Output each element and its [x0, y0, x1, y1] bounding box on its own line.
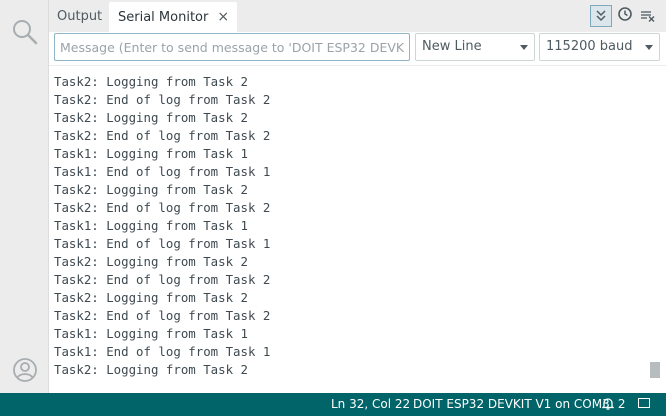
panel-tab-bar: Output Serial Monitor ×	[49, 0, 666, 32]
console-line: Task2: End of log from Task 2	[54, 128, 271, 143]
chevron-down-icon	[520, 45, 528, 50]
chevron-down-icon	[645, 45, 653, 50]
console-lines: Task2: Logging from Task 2 Task2: End of …	[54, 73, 270, 379]
profile-icon[interactable]	[11, 356, 39, 384]
console-line: Task2: End of log from Task 2	[54, 200, 271, 215]
close-icon[interactable]: ×	[217, 9, 229, 25]
search-icon[interactable]	[11, 18, 39, 46]
notification-count: 2	[617, 397, 626, 411]
console-line: Task2: Logging from Task 2	[54, 254, 248, 269]
serial-monitor-window: Output Serial Monitor × Message (Enter t…	[0, 0, 666, 416]
board-port[interactable]: DOIT ESP32 DEVKIT V1 on COM3	[413, 393, 610, 416]
console-line: Task1: Logging from Task 1	[54, 326, 248, 341]
clear-output-icon	[641, 11, 655, 22]
console-line: Task2: End of log from Task 2	[54, 92, 271, 107]
baud-rate-value: 115200 baud	[546, 39, 633, 54]
console-line: Task1: Logging from Task 1	[54, 218, 248, 233]
serial-controls: New Line 115200 baud	[49, 32, 666, 65]
toggle-panel-icon[interactable]	[638, 398, 650, 408]
serial-output[interactable]: Task2: Logging from Task 2 Task2: End of …	[49, 65, 666, 393]
activity-bar	[0, 0, 49, 393]
line-ending-select[interactable]: New Line	[415, 33, 535, 61]
double-chevron-down-icon	[596, 10, 606, 22]
autoscroll-button[interactable]	[590, 5, 612, 27]
tab-serial-monitor[interactable]: Serial Monitor ×	[109, 2, 238, 32]
console-line: Task2: Logging from Task 2	[54, 290, 248, 305]
status-bar: Ln 32, Col 22 DOIT ESP32 DEVKIT V1 on CO…	[0, 393, 666, 416]
bell-icon	[601, 398, 615, 410]
console-line: Task1: End of log from Task 1	[54, 236, 271, 251]
tab-output[interactable]: Output	[57, 2, 102, 32]
console-line: Task2: Logging from Task 2	[54, 182, 248, 197]
line-ending-value: New Line	[422, 39, 482, 54]
console-line: Task2: Logging from Task 2	[54, 362, 248, 377]
tab-output-label: Output	[57, 9, 103, 24]
console-line: Task2: End of log from Task 2	[54, 272, 271, 287]
cursor-position[interactable]: Ln 32, Col 22	[331, 393, 410, 416]
notifications[interactable]: 2	[601, 393, 626, 416]
console-line: Task1: End of log from Task 1	[54, 164, 271, 179]
console-line: Task2: Logging from Task 2	[54, 110, 248, 125]
timestamp-button[interactable]	[615, 5, 637, 27]
tab-serial-monitor-label: Serial Monitor	[118, 10, 209, 25]
baud-rate-select[interactable]: 115200 baud	[539, 33, 660, 61]
console-line: Task2: Logging from Task 2	[54, 74, 248, 89]
message-input[interactable]	[54, 33, 410, 61]
console-line: Task1: Logging from Task 1	[54, 146, 248, 161]
clear-output-button[interactable]	[638, 5, 660, 27]
console-line: Task2: End of log from Task 2	[54, 308, 271, 323]
scrollbar-thumb[interactable]	[650, 362, 660, 378]
console-line: Task1: End of log from Task 1	[54, 344, 271, 359]
clock-icon	[618, 7, 632, 21]
